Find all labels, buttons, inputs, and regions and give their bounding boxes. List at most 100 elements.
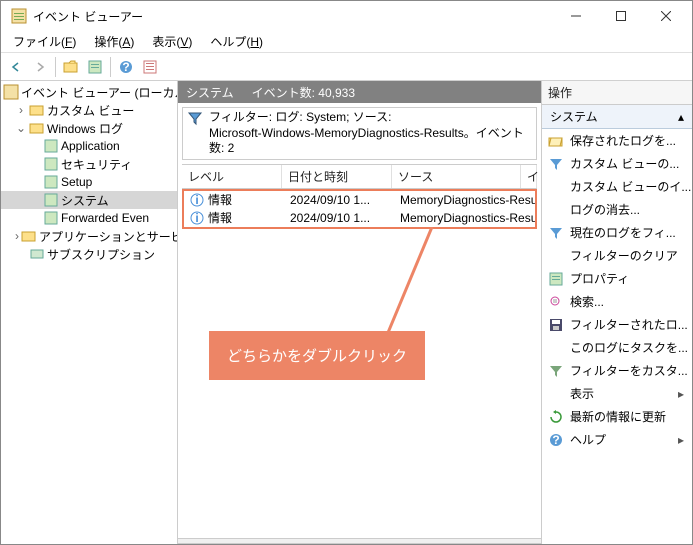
close-button[interactable] <box>643 1 688 31</box>
properties-icon[interactable] <box>84 56 106 78</box>
properties-icon <box>548 271 564 287</box>
forward-button[interactable] <box>29 56 51 78</box>
action-help[interactable]: ?ヘルプ▸ <box>542 428 692 451</box>
tree-item-security[interactable]: セキュリティ <box>1 155 177 173</box>
tree-root[interactable]: イベント ビューアー (ローカル <box>1 83 177 101</box>
info-icon: i <box>190 211 204 225</box>
folder-icon <box>29 102 45 118</box>
chevron-right-icon: ▸ <box>676 433 686 447</box>
row-level: 情報 <box>208 209 232 226</box>
list-row[interactable]: i 情報 2024/09/10 1... MemoryDiagnostics-Re… <box>184 209 535 227</box>
row-date: 2024/09/10 1... <box>284 211 394 225</box>
log-icon <box>43 210 59 226</box>
actions-pane: 操作 システム ▴ 保存されたログを... カスタム ビューの... カスタム … <box>542 81 692 544</box>
folder-icon[interactable] <box>60 56 82 78</box>
tree-label: イベント ビューアー (ローカル <box>21 84 178 101</box>
splitter[interactable] <box>178 538 541 544</box>
filter-custom-icon <box>548 363 564 379</box>
action-clear-log[interactable]: ログの消去... <box>542 198 692 221</box>
back-button[interactable] <box>5 56 27 78</box>
help-icon[interactable]: ? <box>115 56 137 78</box>
window-titlebar: イベント ビューアー <box>1 1 692 31</box>
action-customize-filter[interactable]: フィルターをカスタ... <box>542 359 692 382</box>
tree-item-forwarded[interactable]: Forwarded Even <box>1 209 177 227</box>
list-icon[interactable] <box>139 56 161 78</box>
header-date[interactable]: 日付と時刻 <box>282 165 392 188</box>
info-icon: i <box>190 193 204 207</box>
menu-view[interactable]: 表示(V) <box>144 31 200 52</box>
section-collapse-icon[interactable]: ▴ <box>678 110 684 124</box>
folder-icon <box>29 120 45 136</box>
svg-text:?: ? <box>552 433 559 447</box>
action-clear-filter[interactable]: フィルターのクリア <box>542 244 692 267</box>
row-source: MemoryDiagnostics-Results <box>394 211 535 225</box>
action-attach-task[interactable]: このログにタスクを... <box>542 336 692 359</box>
tree-label: Setup <box>61 175 92 189</box>
subscription-icon <box>29 246 45 262</box>
action-view[interactable]: 表示▸ <box>542 382 692 405</box>
action-open-saved-log[interactable]: 保存されたログを... <box>542 129 692 152</box>
folder-icon <box>21 228 37 244</box>
row-date: 2024/09/10 1... <box>284 193 394 207</box>
toolbar: ? <box>1 53 692 81</box>
menubar: ファイル(F) 操作(A) 表示(V) ヘルプ(H) <box>1 31 692 53</box>
tree-label: カスタム ビュー <box>47 102 134 119</box>
tree-label: セキュリティ <box>61 156 132 173</box>
svg-text:i: i <box>195 211 198 225</box>
log-icon <box>43 138 59 154</box>
window-title: イベント ビューアー <box>33 8 553 25</box>
collapse-icon[interactable]: ⌄ <box>15 121 27 135</box>
app-icon <box>11 8 27 24</box>
center-pane: システム イベント数: 40,933 フィルター: ログ: System; ソー… <box>178 81 542 544</box>
row-level: 情報 <box>208 191 232 208</box>
filter-line2: Microsoft-Windows-MemoryDiagnostics-Resu… <box>209 126 532 157</box>
filter-icon <box>548 225 564 241</box>
actions-section-system: システム ▴ <box>542 105 692 129</box>
blank-icon <box>548 340 564 356</box>
filter-line1: フィルター: ログ: System; ソース: <box>209 110 532 126</box>
row-source: MemoryDiagnostics-Results <box>394 193 535 207</box>
expand-icon[interactable]: › <box>15 229 19 243</box>
tree-item-system[interactable]: システム <box>1 191 177 209</box>
action-search[interactable]: 検索... <box>542 290 692 313</box>
minimize-button[interactable] <box>553 1 598 31</box>
menu-help[interactable]: ヘルプ(H) <box>202 31 271 52</box>
tree-windows-logs[interactable]: ⌄ Windows ログ <box>1 119 177 137</box>
filter-icon <box>187 110 203 126</box>
action-import-custom-view[interactable]: カスタム ビューのイ... <box>542 175 692 198</box>
header-source[interactable]: ソース <box>392 165 521 188</box>
tree-custom-views[interactable]: › カスタム ビュー <box>1 101 177 119</box>
eventviewer-icon <box>3 84 19 100</box>
list-row[interactable]: i 情報 2024/09/10 1... MemoryDiagnostics-Re… <box>184 191 535 209</box>
action-refresh[interactable]: 最新の情報に更新 <box>542 405 692 428</box>
save-icon <box>548 317 564 333</box>
expand-icon[interactable]: › <box>15 103 27 117</box>
annotation-callout: どちらかをダブルクリック <box>209 331 425 380</box>
center-header: システム イベント数: 40,933 <box>178 81 541 103</box>
action-filter-current[interactable]: 現在のログをフィ... <box>542 221 692 244</box>
tree-pane: イベント ビューアー (ローカル › カスタム ビュー ⌄ Windows ログ… <box>1 81 178 544</box>
tree-item-application[interactable]: Application <box>1 137 177 155</box>
action-properties[interactable]: プロパティ <box>542 267 692 290</box>
tree-label: Windows ログ <box>47 120 123 137</box>
tree-subscriptions[interactable]: サブスクリプション <box>1 245 177 263</box>
header-level[interactable]: レベル <box>182 165 282 188</box>
folder-open-icon <box>548 133 564 149</box>
tree-label: アプリケーションとサービ <box>39 228 178 245</box>
blank-icon <box>548 179 564 195</box>
tree-item-setup[interactable]: Setup <box>1 173 177 191</box>
highlighted-rows: i 情報 2024/09/10 1... MemoryDiagnostics-Re… <box>182 189 537 229</box>
list-header: レベル 日付と時刻 ソース イ <box>182 164 537 189</box>
log-icon <box>43 156 59 172</box>
tree-app-services[interactable]: › アプリケーションとサービ <box>1 227 177 245</box>
header-eventid[interactable]: イ <box>521 165 537 188</box>
action-save-filtered[interactable]: フィルターされたロ... <box>542 313 692 336</box>
action-create-custom-view[interactable]: カスタム ビューの... <box>542 152 692 175</box>
list-body: i 情報 2024/09/10 1... MemoryDiagnostics-Re… <box>182 189 537 229</box>
tree-label: システム <box>61 192 109 209</box>
blank-icon <box>548 202 564 218</box>
maximize-button[interactable] <box>598 1 643 31</box>
menu-action[interactable]: 操作(A) <box>86 31 142 52</box>
log-icon <box>43 174 59 190</box>
menu-file[interactable]: ファイル(F) <box>5 31 84 52</box>
